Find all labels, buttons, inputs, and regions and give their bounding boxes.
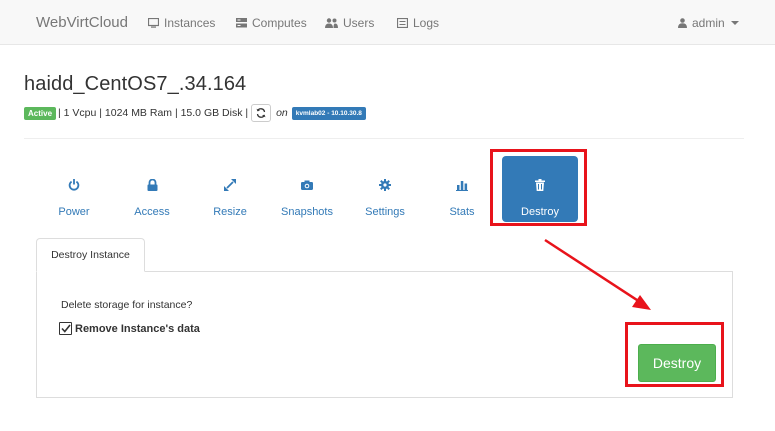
tab-resize[interactable]: Resize <box>192 156 268 222</box>
monitor-icon <box>148 18 159 28</box>
page-title: haidd_CentOS7_.34.164 <box>24 73 247 95</box>
nav-instances[interactable]: Instances <box>148 16 215 30</box>
users-icon <box>325 18 338 28</box>
power-icon <box>68 179 80 191</box>
remove-data-checkbox-row[interactable]: Remove Instance's data <box>59 322 200 335</box>
tab-power[interactable]: Power <box>36 156 112 222</box>
annotation-box-destroy-tab <box>490 149 587 226</box>
remove-data-checkbox[interactable] <box>59 322 72 335</box>
list-icon <box>397 18 408 28</box>
tab-power-label: Power <box>58 206 90 218</box>
delete-storage-question: Delete storage for instance? <box>61 299 193 311</box>
remove-data-label: Remove Instance's data <box>75 322 200 335</box>
status-badge: Active <box>24 106 57 120</box>
instance-specs: | 1 Vcpu | 1024 MB Ram | 15.0 GB Disk | <box>58 107 249 119</box>
nav-computes-label: Computes <box>252 16 307 30</box>
host-badge[interactable]: kvmlab02 - 10.10.30.8 <box>291 106 366 120</box>
gear-icon <box>379 179 391 191</box>
user-menu[interactable]: admin <box>678 16 739 30</box>
refresh-button[interactable] <box>251 104 272 122</box>
nav-logs-label: Logs <box>413 16 440 30</box>
instance-info: Active | 1 Vcpu | 1024 MB Ram | 15.0 GB … <box>24 103 366 123</box>
tab-resize-label: Resize <box>213 206 247 218</box>
nav-users[interactable]: Users <box>325 16 374 30</box>
server-icon <box>236 18 247 28</box>
nav-logs[interactable]: Logs <box>397 16 439 30</box>
checkmark-icon <box>60 324 71 333</box>
lock-icon <box>147 179 157 191</box>
tab-access-label: Access <box>134 206 170 218</box>
tab-stats-label: Stats <box>449 206 475 218</box>
annotation-box-destroy-button <box>625 322 724 387</box>
resize-icon <box>224 179 236 191</box>
nav-users-label: Users <box>343 16 375 30</box>
nav-instances-label: Instances <box>164 16 216 30</box>
brand-logo[interactable]: WebVirtCloud <box>36 14 128 31</box>
divider <box>24 138 744 139</box>
tab-destroy-instance[interactable]: Destroy Instance <box>36 238 145 272</box>
tab-stats[interactable]: Stats <box>424 156 500 222</box>
camera-icon <box>301 180 313 190</box>
tab-settings-label: Settings <box>365 206 405 218</box>
on-label: on <box>276 107 288 119</box>
user-icon <box>678 18 687 28</box>
chevron-down-icon <box>730 21 739 25</box>
refresh-icon <box>256 108 266 118</box>
bar-chart-icon <box>456 180 468 191</box>
tab-settings[interactable]: Settings <box>347 156 423 222</box>
top-navbar: WebVirtCloud Instances Computes Users Lo… <box>0 0 775 45</box>
nav-computes[interactable]: Computes <box>236 16 307 30</box>
tab-snapshots[interactable]: Snapshots <box>269 156 345 222</box>
tab-snapshots-label: Snapshots <box>281 206 333 218</box>
tab-access[interactable]: Access <box>114 156 190 222</box>
user-menu-label: admin <box>692 16 725 30</box>
